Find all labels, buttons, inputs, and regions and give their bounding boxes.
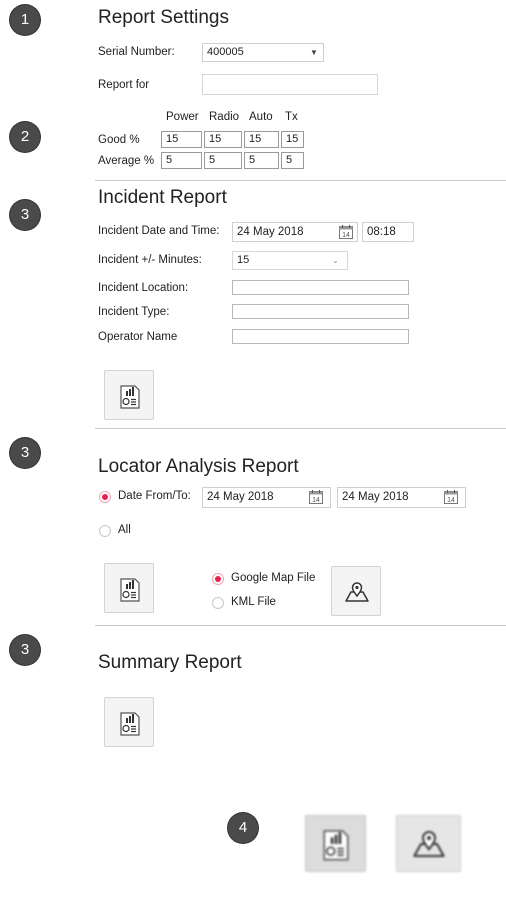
chevron-down-icon: ⌄ [332,256,339,265]
section-divider [95,180,506,181]
incident-type-label: Incident Type: [98,306,170,318]
incident-date-value: 24 May 2018 [237,226,304,238]
good-percent-label: Good % [98,134,140,146]
date-range-radio[interactable] [99,491,111,503]
step-badge-3: 3 [10,200,40,230]
calendar-day-text: 14 [312,497,320,504]
step-badge-3: 3 [10,635,40,665]
calendar-icon[interactable]: 14 [444,490,458,504]
summary-report-title: Summary Report [98,652,242,673]
serial-number-label: Serial Number: [98,46,175,58]
locator-report-button[interactable] [104,563,154,613]
good-power-input[interactable]: 15 [161,131,202,148]
column-header-radio: Radio [209,111,240,123]
section-divider [95,428,506,429]
incident-minutes-select[interactable]: 15 [232,251,348,270]
calendar-icon[interactable]: 14 [309,490,323,504]
map-pin-icon [413,831,445,857]
report-chart-icon [120,385,140,409]
legend-report-icon-button [305,815,366,872]
calendar-icon[interactable]: 14 [339,225,353,239]
kml-radio[interactable] [212,597,224,609]
average-tx-input[interactable]: 5 [281,152,304,169]
map-pin-icon [345,582,369,602]
column-header-power: Power [166,111,199,123]
calendar-day-text: 14 [447,497,455,504]
incident-minutes-value: 15 [237,254,250,266]
column-header-tx: Tx [285,111,298,123]
step-badge-3: 3 [10,438,40,468]
good-auto-input[interactable]: 15 [244,131,279,148]
column-header-auto: Auto [249,111,273,123]
incident-report-title: Incident Report [98,187,227,208]
legend-map-icon-button [396,815,461,872]
report-for-label: Report for [98,79,150,91]
operator-name-input[interactable] [232,329,409,344]
incident-type-input[interactable] [232,304,409,319]
average-power-input[interactable]: 5 [161,152,202,169]
report-chart-icon [120,712,140,736]
locator-report-title: Locator Analysis Report [98,456,299,477]
average-percent-label: Average % [98,155,155,167]
summary-report-button[interactable] [104,697,154,747]
report-for-input[interactable] [202,74,378,95]
incident-time-input[interactable]: 08:18 [362,222,414,242]
all-radio[interactable] [99,525,111,537]
google-map-label: Google Map File [231,572,316,584]
kml-label: KML File [231,596,276,608]
report-settings-title: Report Settings [98,7,229,28]
good-tx-input[interactable]: 15 [281,131,304,148]
report-chart-icon [323,830,349,861]
incident-location-input[interactable] [232,280,409,295]
google-map-radio[interactable] [212,573,224,585]
average-auto-input[interactable]: 5 [244,152,279,169]
operator-name-label: Operator Name [98,331,178,343]
all-label: All [118,524,131,536]
good-radio-input[interactable]: 15 [204,131,242,148]
map-export-button[interactable] [331,566,381,616]
incident-date-time-label: Incident Date and Time: [98,225,220,237]
incident-report-button[interactable] [104,370,154,420]
average-radio-input[interactable]: 5 [204,152,242,169]
incident-minutes-label: Incident +/- Minutes: [98,254,202,266]
date-to-value: 24 May 2018 [342,491,409,503]
step-badge-1: 1 [10,5,40,35]
report-chart-icon [120,578,140,602]
date-from-value: 24 May 2018 [207,491,274,503]
step-badge-2: 2 [10,122,40,152]
incident-location-label: Incident Location: [98,282,189,294]
chevron-down-icon: ▼ [310,48,318,57]
calendar-day-text: 14 [342,232,350,239]
serial-number-select[interactable]: 400005 [202,43,324,62]
serial-number-value: 400005 [207,46,244,58]
section-divider [95,625,506,626]
date-range-label: Date From/To: [118,490,191,502]
step-badge-4: 4 [228,813,258,843]
